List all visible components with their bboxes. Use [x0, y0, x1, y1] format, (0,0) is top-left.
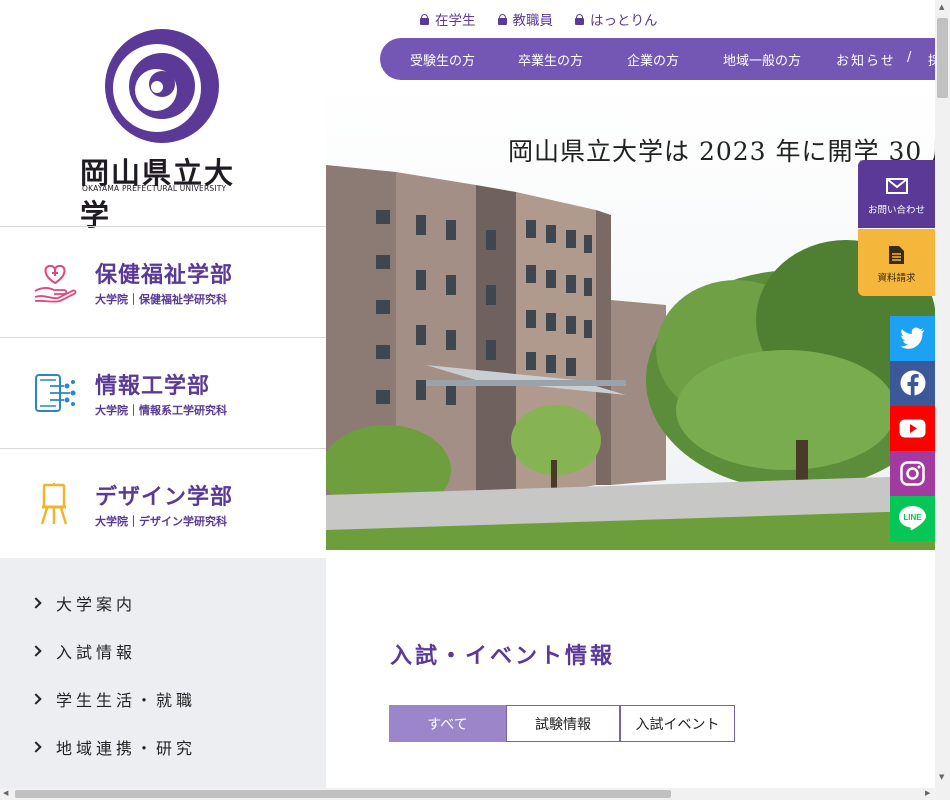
faculty-sub: 大学院｜デザイン学研究科: [95, 515, 227, 528]
faculty-name: デザイン学部: [95, 485, 234, 510]
hero-image: 岡山県立大学は 2023 年に開学 30 周: [326, 80, 950, 550]
twitter-button[interactable]: [890, 316, 935, 361]
nav-item-community[interactable]: 地域一般の方: [723, 50, 801, 69]
nav-item-applicants[interactable]: 受験生の方: [410, 50, 475, 69]
facebook-icon: [900, 370, 926, 396]
faculty-design[interactable]: デザイン学部 大学院｜デザイン学研究科: [0, 448, 326, 558]
lock-icon: [575, 13, 584, 25]
youtube-button[interactable]: [890, 406, 935, 451]
vertical-scroll-thumb[interactable]: [937, 18, 948, 98]
lock-icon: [420, 13, 429, 25]
nav-item-news[interactable]: お知らせ: [836, 50, 896, 69]
toplink-label: 教職員: [512, 13, 554, 29]
vertical-scrollbar[interactable]: ▲ ▼: [935, 0, 950, 788]
nav-item-companies[interactable]: 企業の方: [627, 50, 679, 69]
line-icon-text: LINE: [903, 513, 922, 522]
youtube-icon: [899, 419, 926, 438]
section-title: 入試・イベント情報: [390, 644, 616, 669]
toplink-label: 在学生: [435, 13, 476, 29]
hand-heart-icon: [34, 264, 77, 303]
tab-exam-info[interactable]: 試験情報: [506, 705, 620, 742]
tab-admission-events[interactable]: 入試イベント: [620, 705, 735, 742]
toplink-students[interactable]: 在学生: [420, 9, 476, 29]
faculty-information-engineering[interactable]: 情報工学部 大学院｜情報系工学研究科: [0, 337, 326, 448]
tablet-circuit-icon: [35, 374, 76, 412]
document-icon: [889, 246, 904, 264]
chevron-right-icon: [30, 597, 42, 609]
contact-label: お問い合わせ: [867, 205, 925, 216]
instagram-button[interactable]: [890, 451, 935, 496]
chevron-right-icon: [30, 693, 42, 705]
easel-icon: [40, 483, 68, 525]
brochure-label: 資料請求: [877, 273, 916, 284]
menu-label: 大学案内: [56, 595, 137, 614]
nav-separator: /: [907, 50, 912, 65]
menu-label: 入試情報: [56, 643, 137, 662]
scroll-down-arrow-icon[interactable]: ▼: [939, 773, 944, 781]
faculty-sub: 大学院｜情報系工学研究科: [95, 404, 227, 417]
menu-item-student-life[interactable]: 学生生活・就職: [30, 687, 197, 711]
line-icon: LINE: [899, 506, 926, 531]
logo-name-en: OKAYAMA PREFECTURAL UNIVERSITY: [82, 184, 227, 193]
horizontal-scrollbar[interactable]: ◀ ▶: [0, 788, 950, 800]
top-links: 在学生 教職員 はっとりん: [420, 9, 680, 29]
menu-item-community-research[interactable]: 地域連携・研究: [30, 735, 197, 759]
faculty-sub: 大学院｜保健福祉学研究科: [95, 293, 227, 306]
toplink-hattorin[interactable]: はっとりん: [575, 9, 658, 29]
menu-label: 地域連携・研究: [56, 739, 197, 758]
faculty-name: 保健福祉学部: [95, 263, 234, 288]
horizontal-scroll-thumb[interactable]: [15, 790, 671, 798]
spiral-logo-icon: [105, 29, 219, 143]
menu-label: 学生生活・就職: [56, 691, 197, 710]
chevron-right-icon: [30, 741, 42, 753]
side-menu: 大学案内 入試情報 学生生活・就職 地域連携・研究: [0, 558, 326, 790]
scroll-up-arrow-icon[interactable]: ▲: [939, 3, 944, 11]
brochure-request-button[interactable]: 資料請求: [858, 229, 935, 296]
chevron-right-icon: [30, 645, 42, 657]
global-nav: 受験生の方 卒業生の方 企業の方 地域一般の方 お知らせ / 採: [380, 38, 950, 80]
toplink-staff[interactable]: 教職員: [497, 9, 554, 29]
mail-icon: [886, 178, 908, 194]
page: 岡山県立大学 OKAYAMA PREFECTURAL UNIVERSITY 保健…: [0, 0, 950, 800]
instagram-icon: [900, 461, 925, 486]
menu-item-admissions[interactable]: 入試情報: [30, 639, 137, 663]
faculty-name: 情報工学部: [95, 374, 211, 399]
facebook-button[interactable]: [890, 361, 935, 406]
line-button[interactable]: LINE: [890, 496, 935, 541]
scroll-right-arrow-icon[interactable]: ▶: [925, 789, 930, 797]
left-column: 岡山県立大学 OKAYAMA PREFECTURAL UNIVERSITY 保健…: [0, 0, 326, 790]
twitter-icon: [900, 327, 924, 349]
news-tabs: すべて 試験情報 入試イベント: [389, 705, 735, 742]
tab-all[interactable]: すべて: [389, 705, 506, 742]
scroll-left-arrow-icon[interactable]: ◀: [3, 789, 8, 797]
toplink-label: はっとりん: [590, 13, 658, 29]
nav-item-alumni[interactable]: 卒業生の方: [518, 50, 583, 69]
faculty-health-welfare[interactable]: 保健福祉学部 大学院｜保健福祉学研究科: [0, 226, 326, 337]
lock-icon: [497, 13, 507, 25]
university-logo[interactable]: 岡山県立大学 OKAYAMA PREFECTURAL UNIVERSITY: [0, 0, 326, 232]
contact-button[interactable]: お問い合わせ: [858, 160, 935, 228]
menu-item-about[interactable]: 大学案内: [30, 591, 137, 615]
